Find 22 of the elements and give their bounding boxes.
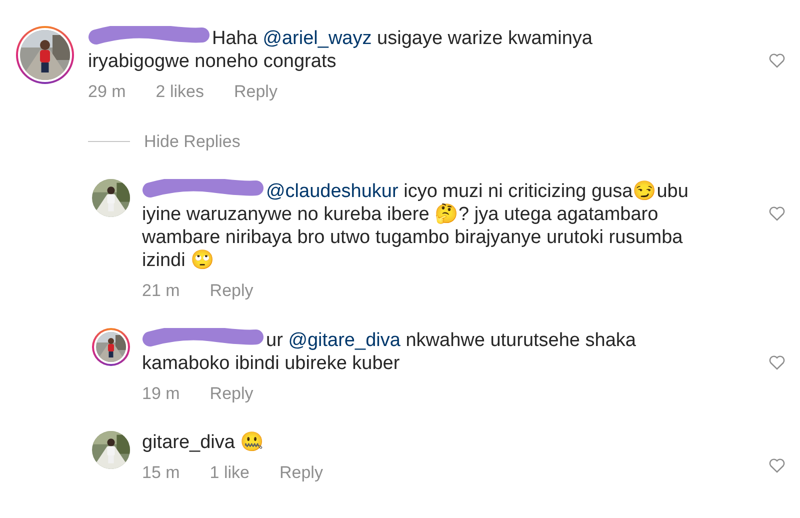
heart-icon[interactable] [768,354,786,370]
avatar[interactable] [92,178,130,216]
comment-text: ur @gitare_diva nkwahwe uturutsehe shaka kamaboko ibindi ubireke kuber [142,328,637,374]
time-text: 21 m [142,280,180,302]
avatar[interactable] [92,430,130,468]
time-text: 29 m [88,81,126,103]
comment-text: gitare_diva 🤐 [142,430,266,454]
likes-count[interactable]: 1 like [210,462,250,484]
heart-icon[interactable] [768,204,786,220]
comment-text: Haha @ariel_wayz usigaye warize kwaminya iryabigogwe noneho congrats [88,26,594,73]
heart-icon[interactable] [768,52,786,68]
reply-link[interactable]: Reply [279,462,323,484]
time-text: 15 m [142,462,180,484]
comment-text: @claudeshukur icyo muzi ni criticizing gusa😏ubu iyine waruzanywe no kureba ibere 🤔? jya utega agatambaro wambare niribaya bro utwo tugambo birajyanye urutoki rusumba izindi 🙄 [142,178,690,272]
hide-replies-link[interactable]: Hide Replies [144,129,240,154]
heart-icon[interactable] [768,456,786,472]
avatar[interactable] [92,328,130,366]
reply-link[interactable]: Reply [234,81,278,103]
reply-link[interactable]: Reply [210,280,254,302]
likes-count[interactable]: 2 likes [156,81,204,103]
reply-link[interactable]: Reply [210,382,254,404]
time-text: 19 m [142,382,180,404]
